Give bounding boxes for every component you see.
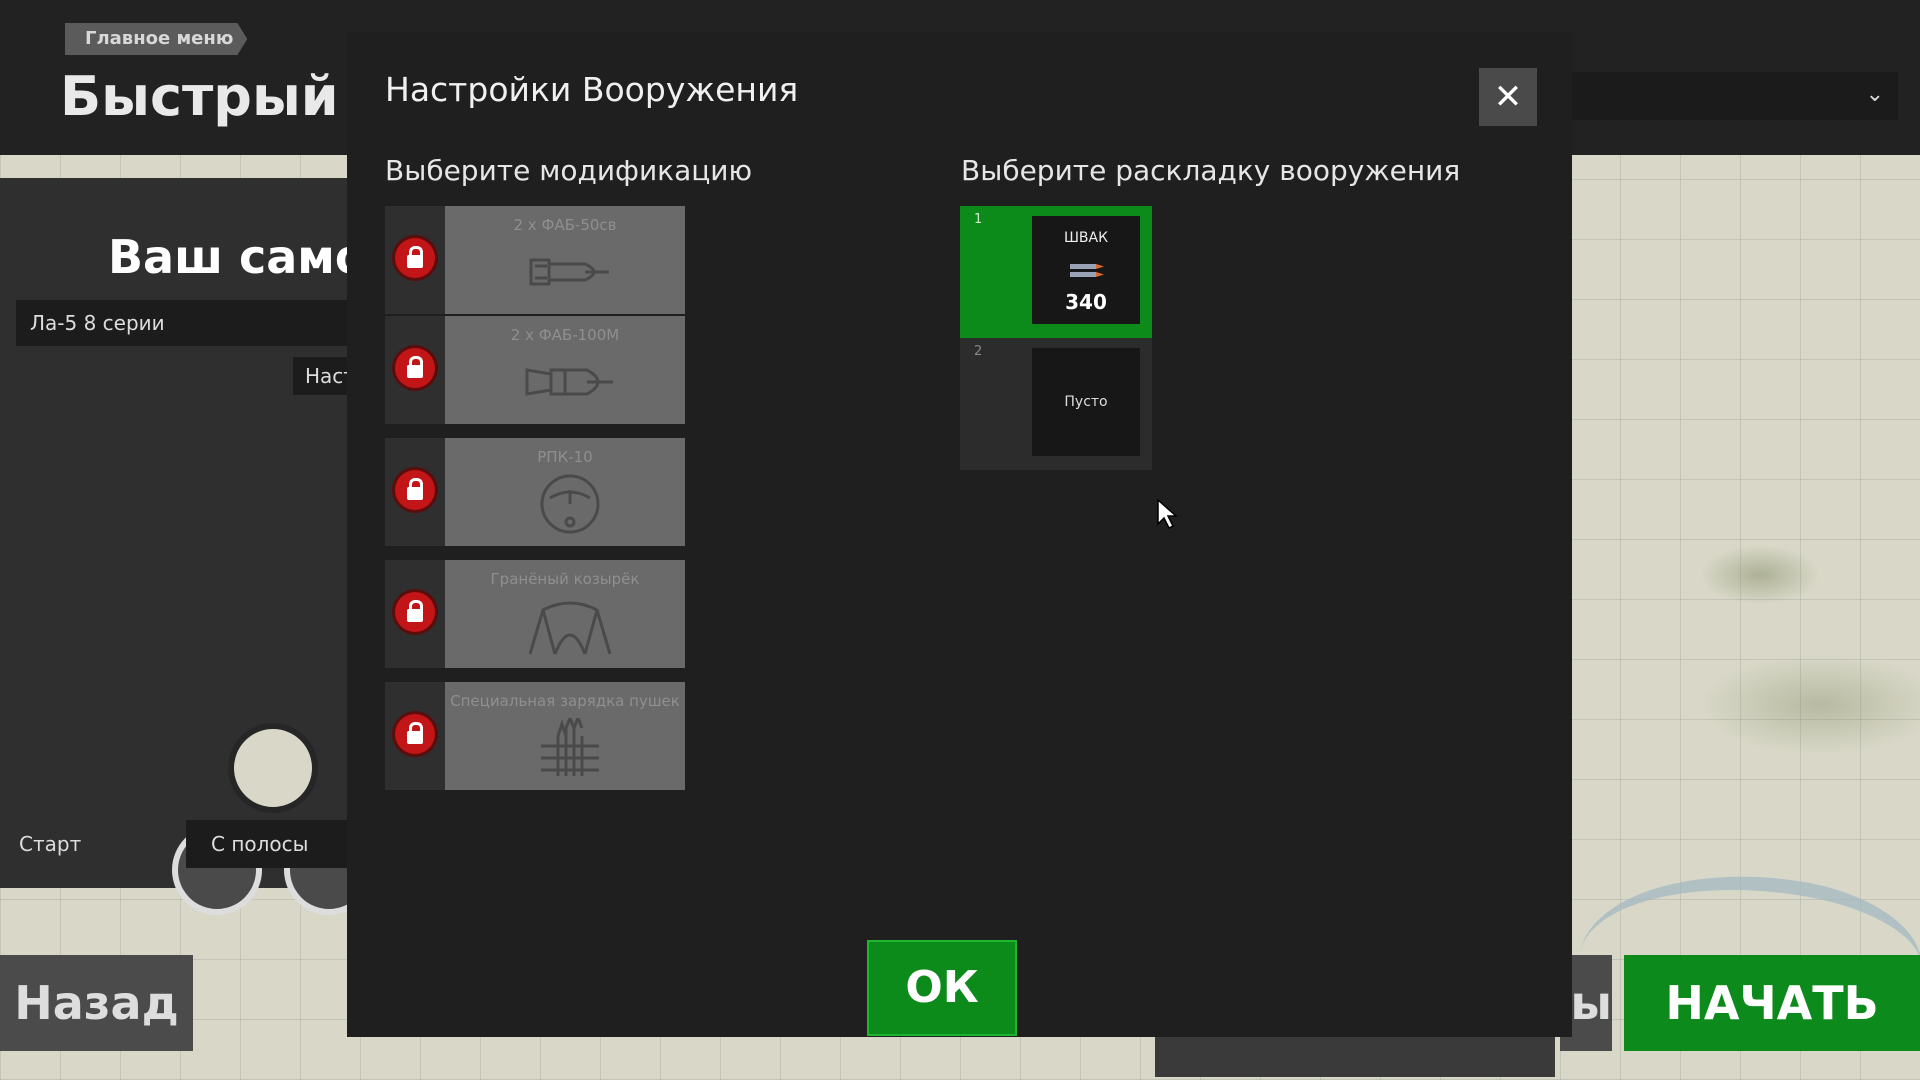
modification-card[interactable]: РПК-10 [445,438,685,546]
canopy-icon [528,601,612,655]
ok-button[interactable]: ОК [867,940,1017,1036]
weapon-settings-dialog: Настройки Вооружения ✕ Выберите модифика… [347,32,1572,1037]
loadout-card: ШВАК 340 [1032,216,1140,324]
bottom-panel [1155,1037,1555,1077]
loadout-card: Пусто [1032,348,1140,456]
loadout-number: 1 [974,212,983,227]
dialog-title: Настройки Вооружения [385,70,799,109]
cannon-shell-icon [1070,264,1104,277]
modification-card[interactable]: Специальная зарядка пушек [445,682,685,790]
radio-compass-icon [540,474,600,534]
loadout-option[interactable]: 1 ШВАК 340 [960,206,1152,338]
modification-name: 2 х ФАБ-100М [510,326,620,344]
breadcrumb[interactable]: Главное меню [65,23,247,55]
close-button[interactable]: ✕ [1479,68,1537,126]
modification-name: РПК-10 [537,448,593,466]
aircraft-settings-button[interactable]: Наст [293,357,353,395]
modification-card[interactable]: Гранёный козырёк [445,560,685,668]
modification-item[interactable]: 2 х ФАБ-100М [385,316,685,424]
lock-icon [395,714,435,754]
top-dropdown[interactable]: ⌄ [1572,72,1898,120]
loadout-number: 2 [974,344,983,359]
modification-item[interactable]: Гранёный козырёк [385,560,685,668]
modification-item[interactable]: 2 х ФАБ-50св [385,206,685,314]
large-bomb-icon [525,368,613,396]
lock-icon [395,238,435,278]
start-select[interactable]: С полосы [186,820,356,868]
modification-name: Специальная зарядка пушек [450,692,680,710]
modifications-title: Выберите модификацию [385,154,753,187]
plane-group-marker[interactable] [228,723,318,813]
modification-card[interactable]: 2 х ФАБ-100М [445,316,685,424]
start-label: Старт [19,832,82,856]
loadout-option[interactable]: 2 Пусто [960,338,1152,470]
loadout-ammo-count: 340 [1065,290,1107,314]
modification-card[interactable]: 2 х ФАБ-50св [445,206,685,314]
small-bomb-icon [529,258,609,286]
start-button[interactable]: НАЧАТЬ [1624,955,1920,1051]
modification-item[interactable]: Специальная зарядка пушек [385,682,685,790]
back-button[interactable]: Назад [0,955,193,1051]
loadout-weapon-name: ШВАК [1063,230,1109,246]
modification-item[interactable]: РПК-10 [385,438,685,546]
ammo-belt-icon [541,718,599,776]
chevron-down-icon: ⌄ [1865,82,1884,107]
lock-icon [395,348,435,388]
lock-icon [395,592,435,632]
loadout-title: Выберите раскладку вооружения [961,154,1461,187]
aircraft-select[interactable]: Ла-5 8 серии [16,300,350,346]
modification-name: 2 х ФАБ-50св [513,216,617,234]
modification-name: Гранёный козырёк [490,570,640,588]
lock-icon [395,470,435,510]
mouse-cursor-icon [1157,498,1178,530]
loadout-empty-label: Пусто [1064,394,1108,410]
